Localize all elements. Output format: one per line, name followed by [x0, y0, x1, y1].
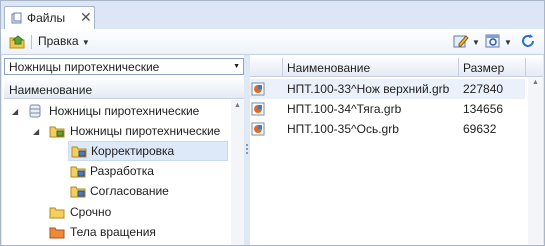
file-name: НПТ.100-35^Ось.grb	[287, 122, 399, 136]
grb-file-icon	[251, 102, 265, 116]
tree-node-project[interactable]: ◢ Ножницы пиротехнические	[2, 121, 230, 141]
scroll-up-icon[interactable]: ▲	[532, 79, 539, 86]
home-folder-icon	[9, 35, 25, 49]
header-divider	[525, 58, 526, 76]
database-icon	[29, 104, 41, 118]
file-name: НПТ.100-34^Тяга.grb	[287, 102, 402, 116]
file-size: 134656	[463, 102, 504, 116]
tree-node-correction[interactable]: Корректировка	[68, 141, 228, 161]
home-folder-button[interactable]	[9, 33, 27, 51]
project-selector-value: Ножницы пиротехнические	[9, 60, 160, 74]
folder-multi-icon	[71, 146, 87, 158]
header-name[interactable]: Наименование	[287, 61, 370, 75]
edit-menu-button[interactable]: Правка ▼	[38, 34, 90, 52]
file-list-header: Наименование Размер	[250, 58, 543, 77]
tree-node-rotation-bodies[interactable]: Тела вращения	[2, 222, 230, 242]
tree-scrollbar[interactable]: ▲	[231, 100, 244, 245]
tree-header-name: Наименование	[9, 83, 93, 97]
tree-node-urgent[interactable]: Срочно	[2, 202, 230, 222]
tree-node-label: Ножницы пиротехнические	[49, 104, 200, 118]
tab-close-icon[interactable]: ✕	[80, 9, 92, 26]
tree-node-development[interactable]: Разработка	[68, 161, 228, 181]
file-list-scrollbar[interactable]: ▲	[528, 77, 543, 245]
file-row[interactable]: НПТ.100-35^Ось.grb 69632	[250, 119, 525, 139]
tree-node-root[interactable]: ◢ Ножницы пиротехнические	[2, 101, 230, 121]
header-size[interactable]: Размер	[463, 61, 504, 75]
folder-orange-icon	[49, 227, 65, 239]
edit-menu-label: Правка	[38, 34, 79, 48]
scroll-up-icon[interactable]: ▲	[234, 102, 241, 109]
grb-file-icon	[251, 82, 265, 96]
project-selector[interactable]: Ножницы пиротехнические ▼	[4, 58, 244, 75]
splitter-grip	[246, 152, 248, 154]
edit-icon	[453, 35, 469, 48]
folder-tab-icon	[11, 12, 22, 24]
folder-yellow-icon	[49, 207, 65, 219]
grb-file-icon	[251, 122, 265, 136]
view-dropdown-icon[interactable]: ▼	[504, 38, 512, 56]
collapse-arrow-icon[interactable]: ◢	[33, 127, 39, 136]
refresh-button[interactable]	[520, 33, 536, 51]
tree-node-approval[interactable]: Согласование	[68, 181, 228, 201]
refresh-icon	[522, 34, 534, 47]
header-icon-column[interactable]	[250, 58, 283, 76]
toolbar: Правка ▼ ▼ ▼	[1, 29, 544, 55]
tree-node-label: Срочно	[70, 205, 112, 219]
folder-tree-panel: Ножницы пиротехнические ▼ Наименование ◢…	[2, 55, 244, 245]
files-window: Файлы ✕ Правка ▼ ▼ ▼ Ножницы пиротехниче…	[0, 0, 545, 246]
tree-node-label: Корректировка	[91, 144, 175, 158]
view-options-button[interactable]	[485, 33, 501, 51]
tree-header[interactable]: Наименование	[4, 80, 244, 99]
chevron-down-icon: ▼	[81, 38, 90, 47]
tab-strip: Файлы ✕	[1, 1, 544, 29]
tree-node-label: Согласование	[90, 184, 169, 198]
chevron-down-icon[interactable]: ▼	[233, 63, 240, 70]
file-row[interactable]: НПТ.100-33^Нож верхний.grb 227840	[250, 79, 525, 99]
splitter-grip	[246, 144, 248, 146]
tree-node-label: Разработка	[90, 164, 154, 178]
file-size: 227840	[463, 82, 504, 96]
file-name: НПТ.100-33^Нож верхний.grb	[287, 82, 450, 96]
view-options-icon	[485, 34, 500, 48]
collapse-arrow-icon[interactable]: ◢	[12, 107, 18, 116]
splitter-grip	[246, 148, 248, 150]
tab-title: Файлы	[27, 11, 66, 25]
file-size: 69632	[463, 122, 497, 136]
toolbar-separator	[31, 35, 32, 49]
edit-dropdown-icon[interactable]: ▼	[472, 38, 480, 56]
edit-button[interactable]	[453, 33, 469, 51]
header-divider	[458, 58, 459, 76]
folder-multi-icon	[49, 126, 65, 138]
tree-node-label: Тела вращения	[70, 225, 156, 239]
folder-multi-icon	[70, 186, 86, 198]
tree-node-label: Ножницы пиротехнические	[70, 124, 221, 138]
tab-files[interactable]: Файлы ✕	[4, 6, 95, 29]
folder-multi-icon	[70, 166, 86, 178]
file-list-panel: Наименование Размер НПТ.100-33^Нож верхн…	[250, 55, 543, 245]
file-row[interactable]: НПТ.100-34^Тяга.grb 134656	[250, 99, 525, 119]
